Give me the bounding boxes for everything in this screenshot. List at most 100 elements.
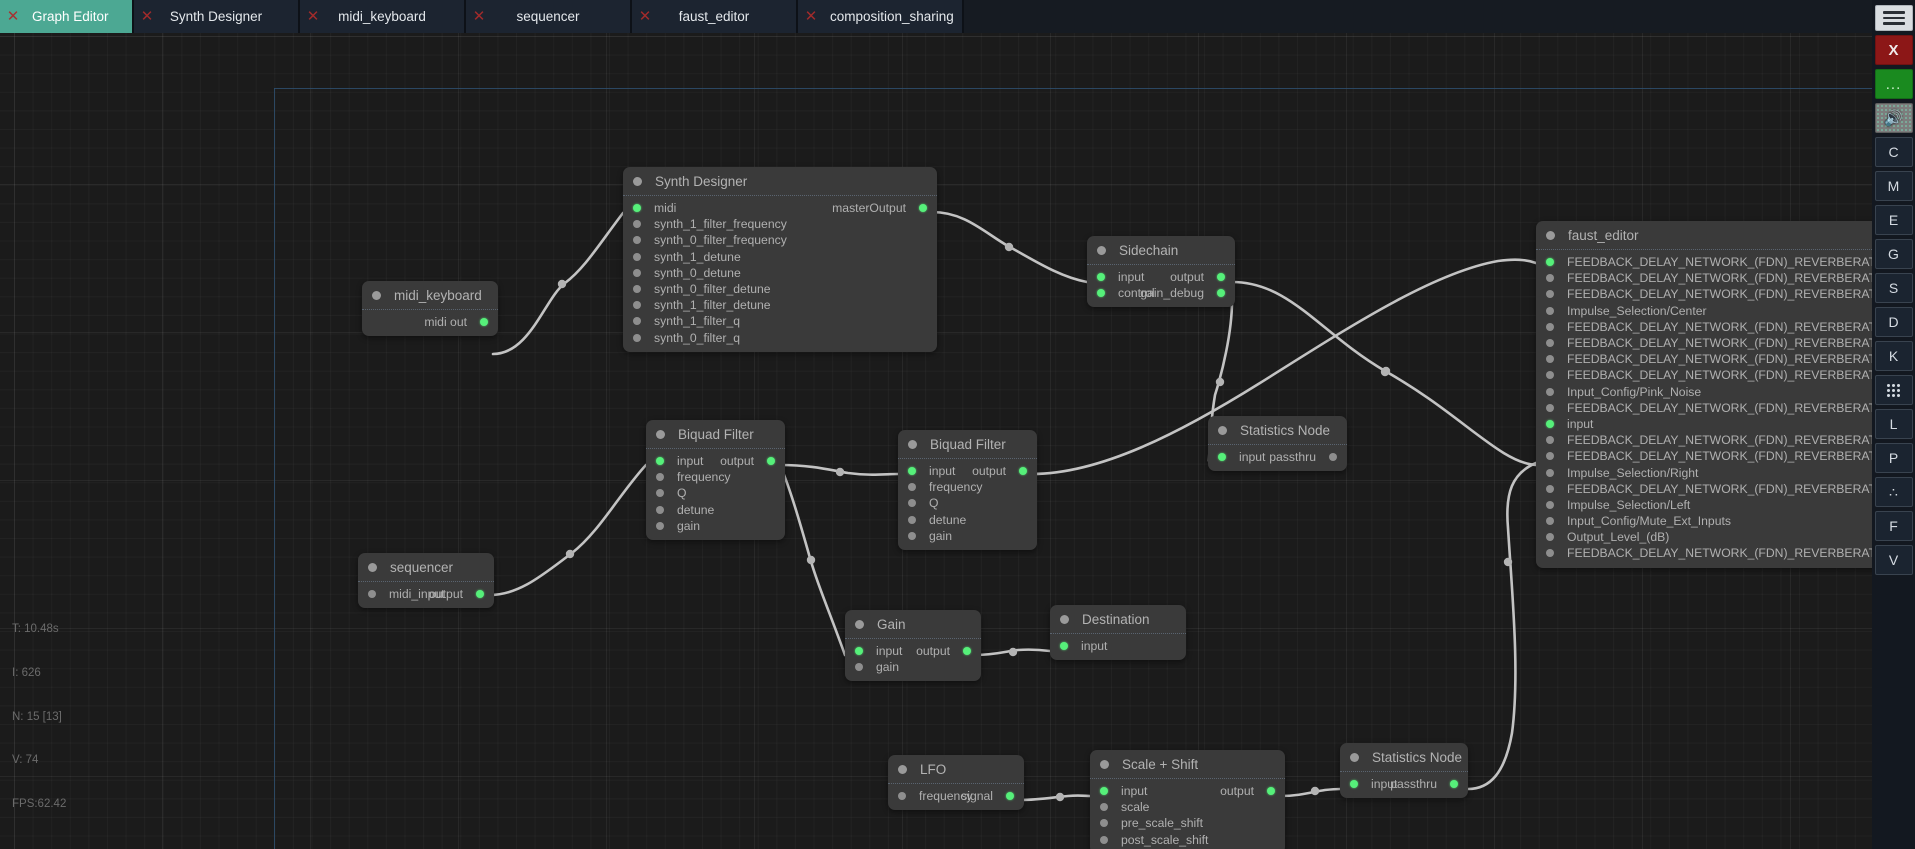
input-port[interactable]: post_scale_shift [1100,833,1208,847]
input-port-dot-icon[interactable] [898,792,906,801]
tab-midi-keyboard[interactable]: ✕ midi_keyboard [300,0,466,33]
input-port[interactable]: FEEDBACK_DELAY_NETWORK_(FDN)_REVERBERATO… [1546,546,1872,560]
output-port[interactable]: output [1170,270,1225,284]
node-collapse-icon[interactable] [1350,752,1359,762]
node-gain[interactable]: Gain input output gain [845,610,981,682]
output-port[interactable]: passthru [1269,450,1337,464]
node-collapse-icon[interactable] [368,562,377,572]
input-port[interactable]: Impulse_Selection/Center [1546,304,1707,318]
input-port-dot-icon[interactable] [1546,290,1554,299]
tab-faust-editor[interactable]: ✕ faust_editor [632,0,798,33]
edge-midpoint-handle[interactable] [1503,557,1513,567]
edge-midpoint-handle[interactable] [1008,647,1018,657]
input-port-dot-icon[interactable] [633,285,641,294]
tab-close-icon[interactable]: ✕ [300,9,326,24]
input-port-dot-icon[interactable] [1097,289,1105,298]
input-port-dot-icon[interactable] [1546,371,1554,380]
d-button[interactable]: D [1874,307,1913,337]
output-port-dot-icon[interactable] [919,204,927,213]
input-port[interactable]: FEEDBACK_DELAY_NETWORK_(FDN)_REVERBERATO… [1546,401,1872,415]
input-port[interactable]: FEEDBACK_DELAY_NETWORK_(FDN)_REVERBERATO… [1546,287,1872,301]
graph-canvas[interactable]: midi_keyboard midi out Synth Designer midi m… [0,33,1872,849]
output-port-dot-icon[interactable] [1006,792,1014,801]
p-button[interactable]: P [1874,443,1913,473]
output-port-dot-icon[interactable] [1019,467,1027,476]
input-port[interactable]: gain [855,660,899,674]
output-port[interactable]: output [972,464,1027,478]
output-port[interactable]: masterOutput [832,201,927,215]
input-port-dot-icon[interactable] [1100,803,1108,812]
input-port[interactable]: input [1218,450,1265,464]
node-collapse-icon[interactable] [1060,614,1069,624]
audio-output-button[interactable]: 🔊 [1874,103,1913,133]
tab-close-icon[interactable]: ✕ [0,9,26,24]
input-port-dot-icon[interactable] [908,531,916,540]
output-port-dot-icon[interactable] [1267,787,1275,796]
s-button[interactable]: S [1874,273,1913,303]
input-port-dot-icon[interactable] [656,457,664,466]
input-port[interactable]: pre_scale_shift [1100,816,1203,830]
node-collapse-icon[interactable] [1218,425,1227,435]
input-port[interactable]: gain [908,529,952,543]
node-header[interactable]: Destination [1050,605,1186,634]
output-port[interactable]: passthru [1390,777,1458,791]
input-port-dot-icon[interactable] [1546,549,1554,558]
node-header[interactable]: Statistics Node [1340,743,1468,772]
input-port-dot-icon[interactable] [1546,339,1554,348]
node-midi_keyboard[interactable]: midi_keyboard midi out [362,281,498,337]
node-biquad_filter_1[interactable]: Biquad Filter input output frequency Qdetune… [646,420,785,540]
g-button[interactable]: G [1874,239,1913,269]
output-port-dot-icon[interactable] [476,590,484,599]
input-port[interactable]: frequency [656,470,731,484]
input-port-dot-icon[interactable] [1218,453,1226,462]
input-port[interactable]: Q [656,486,686,500]
output-port[interactable]: midi out [424,315,488,329]
c-button[interactable]: C [1874,137,1913,167]
node-header[interactable]: Synth Designer [623,167,937,196]
input-port[interactable]: detune [908,513,966,527]
input-port[interactable]: midi [633,201,676,215]
input-port[interactable]: synth_1_detune [633,250,741,264]
input-port-dot-icon[interactable] [1350,780,1358,789]
output-port-dot-icon[interactable] [767,457,775,466]
close-button[interactable]: X [1874,35,1913,65]
node-synth_designer[interactable]: Synth Designer midi masterOutput synth_1_fi… [623,167,937,352]
output-port-dot-icon[interactable] [1217,289,1225,298]
node-scale_shift[interactable]: Scale + Shift input output scale pre_scale_s… [1090,750,1285,849]
node-header[interactable]: Biquad Filter [646,420,785,449]
input-port-dot-icon[interactable] [633,268,641,277]
output-port-dot-icon[interactable] [1329,453,1337,462]
input-port-dot-icon[interactable] [1546,419,1554,428]
input-port-dot-icon[interactable] [1546,500,1554,509]
input-port[interactable]: frequency [908,480,983,494]
node-statistics_node_1[interactable]: Statistics Node input passthru [1208,416,1347,472]
node-collapse-icon[interactable] [372,290,381,300]
input-port-dot-icon[interactable] [1546,274,1554,283]
output-port[interactable]: output [429,587,484,601]
output-port-dot-icon[interactable] [1217,273,1225,282]
node-collapse-icon[interactable] [633,176,642,186]
input-port-dot-icon[interactable] [1546,387,1554,396]
node-header[interactable]: sequencer [358,553,494,582]
input-port[interactable]: Output_Level_(dB) [1546,530,1669,544]
input-port-dot-icon[interactable] [1546,403,1554,412]
input-port[interactable]: FEEDBACK_DELAY_NETWORK_(FDN)_REVERBERATO… [1546,433,1872,447]
node-header[interactable]: Scale + Shift [1090,750,1285,779]
input-port-dot-icon[interactable] [1546,322,1554,331]
input-port[interactable]: input [855,644,902,658]
input-port[interactable]: Impulse_Selection/Left [1546,498,1690,512]
node-header[interactable]: LFO [888,755,1024,784]
input-port[interactable]: FEEDBACK_DELAY_NETWORK_(FDN)_REVERBERATO… [1546,271,1872,285]
tab-composition-sharing[interactable]: ✕ composition_sharing [798,0,964,33]
input-port[interactable]: Impulse_Selection/Right [1546,466,1698,480]
input-port-dot-icon[interactable] [633,301,641,310]
input-port[interactable]: synth_0_filter_detune [633,282,771,296]
input-port-dot-icon[interactable] [633,236,641,245]
v-button[interactable]: V [1874,545,1913,575]
input-port-dot-icon[interactable] [1546,258,1554,267]
input-port[interactable]: Input_Config/Mute_Ext_Inputs [1546,514,1731,528]
output-port-dot-icon[interactable] [480,318,488,327]
m-button[interactable]: M [1874,171,1913,201]
output-port[interactable]: output [1220,784,1275,798]
edge-midpoint-handle[interactable] [1381,366,1391,376]
